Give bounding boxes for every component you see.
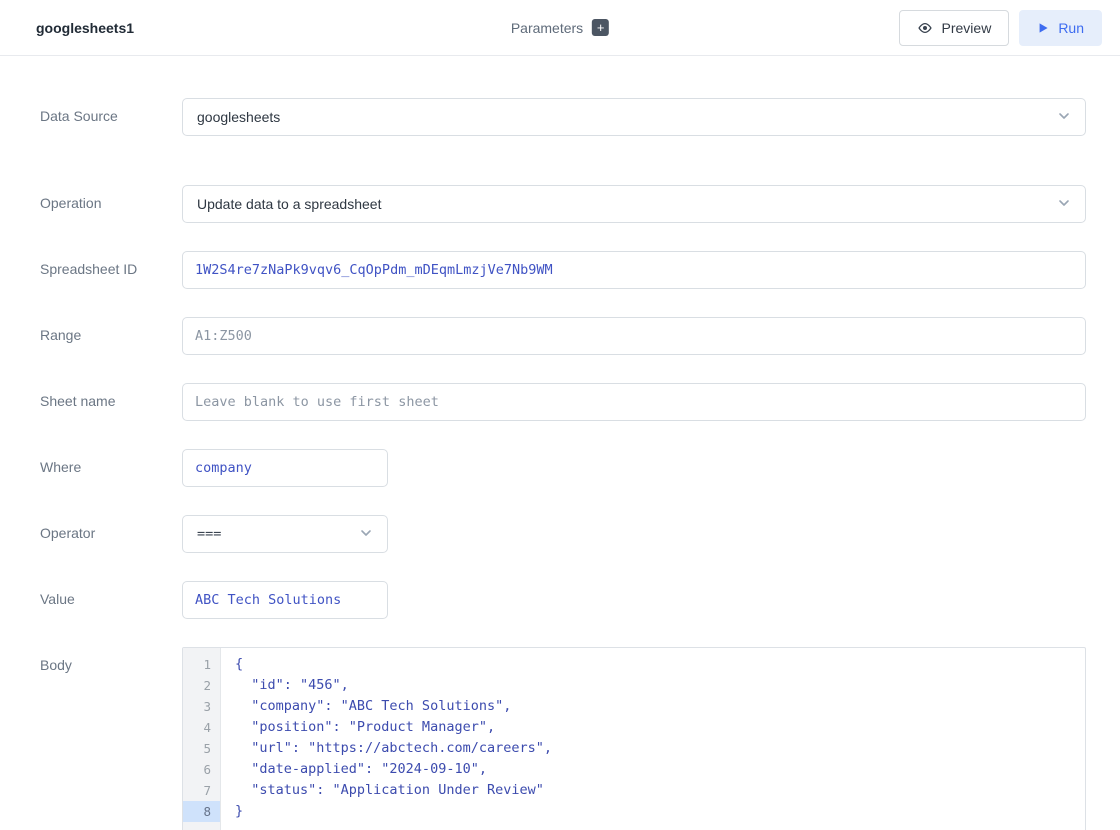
- chevron-down-icon: [359, 526, 373, 543]
- where-input[interactable]: [182, 449, 388, 487]
- line-number: 5: [183, 738, 220, 759]
- sheet-name-label: Sheet name: [40, 383, 182, 421]
- eye-icon: [917, 20, 933, 36]
- preview-button-label: Preview: [942, 20, 992, 36]
- code-line: "url": "https://abctech.com/careers",: [221, 738, 1085, 759]
- operation-label: Operation: [40, 185, 182, 223]
- line-number: 2: [183, 675, 220, 696]
- range-input[interactable]: [182, 317, 1086, 355]
- sheet-name-input[interactable]: [182, 383, 1086, 421]
- line-number: 3: [183, 696, 220, 717]
- query-editor-panel: Data Source googlesheets Operation Updat…: [0, 56, 1120, 830]
- line-number: 6: [183, 759, 220, 780]
- code-line: "status": "Application Under Review": [221, 780, 1085, 801]
- spreadsheet-id-row: Spreadsheet ID: [40, 251, 1086, 289]
- preview-button[interactable]: Preview: [899, 10, 1010, 46]
- body-code-editor[interactable]: 1 2 3 4 5 6 7 8 { "id": "456", "company"…: [182, 647, 1086, 830]
- header-actions: Preview Run: [899, 10, 1102, 46]
- code-line: "id": "456",: [221, 675, 1085, 696]
- parameters-group: Parameters +: [511, 19, 609, 36]
- code-line: "company": "ABC Tech Solutions",: [221, 696, 1085, 717]
- play-icon: [1037, 22, 1049, 34]
- body-label: Body: [40, 647, 182, 830]
- operator-value: ===: [197, 526, 221, 542]
- line-number: 4: [183, 717, 220, 738]
- where-label: Where: [40, 449, 182, 487]
- code-line: {: [221, 654, 1085, 675]
- operation-row: Operation Update data to a spreadsheet: [40, 185, 1086, 223]
- run-button-label: Run: [1058, 20, 1084, 36]
- code-line: "date-applied": "2024-09-10",: [221, 759, 1085, 780]
- operator-row: Operator ===: [40, 515, 1086, 553]
- code-line: "position": "Product Manager",: [221, 717, 1085, 738]
- chevron-down-icon: [1057, 196, 1071, 213]
- data-source-label: Data Source: [40, 98, 182, 136]
- chevron-down-icon: [1057, 109, 1071, 126]
- data-source-select[interactable]: googlesheets: [182, 98, 1086, 136]
- value-label: Value: [40, 581, 182, 619]
- spreadsheet-id-input[interactable]: [182, 251, 1086, 289]
- where-row: Where: [40, 449, 1086, 487]
- parameters-label: Parameters: [511, 20, 583, 36]
- spreadsheet-id-label: Spreadsheet ID: [40, 251, 182, 289]
- line-number-active: 8: [183, 801, 220, 822]
- code-line: }: [221, 801, 1085, 822]
- data-source-value: googlesheets: [197, 109, 280, 125]
- app-header: googlesheets1 Parameters + Preview Run: [0, 0, 1120, 56]
- line-number-gutter: 1 2 3 4 5 6 7 8: [183, 648, 221, 830]
- value-input[interactable]: [182, 581, 388, 619]
- data-source-row: Data Source googlesheets: [40, 98, 1086, 136]
- line-number: 7: [183, 780, 220, 801]
- operation-value: Update data to a spreadsheet: [197, 196, 381, 212]
- add-parameter-button[interactable]: +: [592, 19, 609, 36]
- operation-select[interactable]: Update data to a spreadsheet: [182, 185, 1086, 223]
- range-label: Range: [40, 317, 182, 355]
- body-row: Body 1 2 3 4 5 6 7 8 { "id": "456", "com…: [40, 647, 1086, 830]
- operator-select[interactable]: ===: [182, 515, 388, 553]
- plus-icon: +: [597, 20, 605, 35]
- code-area: { "id": "456", "company": "ABC Tech Solu…: [221, 648, 1085, 830]
- operator-label: Operator: [40, 515, 182, 553]
- run-button[interactable]: Run: [1019, 10, 1102, 46]
- range-row: Range: [40, 317, 1086, 355]
- query-name: googlesheets1: [36, 20, 134, 36]
- value-row: Value: [40, 581, 1086, 619]
- line-number: 1: [183, 654, 220, 675]
- sheet-name-row: Sheet name: [40, 383, 1086, 421]
